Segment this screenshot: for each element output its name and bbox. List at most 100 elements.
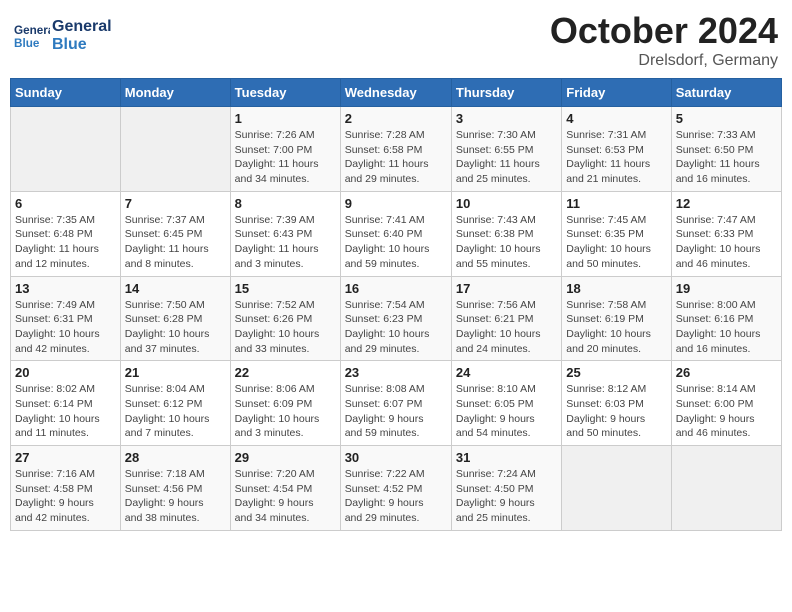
location: Drelsdorf, Germany — [550, 52, 778, 70]
calendar-cell: 2 Sunrise: 7:28 AM Sunset: 6:58 PM Daylig… — [340, 107, 451, 192]
calendar-cell: 18 Sunrise: 7:58 AM Sunset: 6:19 PM Dayli… — [562, 276, 671, 361]
month-title: October 2024 — [550, 10, 778, 52]
day-info: Sunrise: 7:16 AM Sunset: 4:58 PM Dayligh… — [15, 467, 116, 526]
day-info: Sunrise: 7:56 AM Sunset: 6:21 PM Dayligh… — [456, 298, 557, 357]
calendar-cell: 26 Sunrise: 8:14 AM Sunset: 6:00 PM Dayli… — [671, 361, 781, 446]
calendar-cell: 12Sunrise: 7:47 AM Sunset: 6:33 PM Dayli… — [671, 191, 781, 276]
day-number: 2 — [345, 111, 447, 126]
day-number: 22 — [235, 365, 336, 380]
calendar-cell: 10 Sunrise: 7:43 AM Sunset: 6:38 PM Dayli… — [451, 191, 561, 276]
weekday-header: Wednesday — [340, 79, 451, 107]
day-info: Sunrise: 8:14 AM Sunset: 6:00 PM Dayligh… — [676, 382, 777, 441]
day-info: Sunrise: 8:06 AM Sunset: 6:09 PM Dayligh… — [235, 382, 336, 441]
calendar-cell: 28 Sunrise: 7:18 AM Sunset: 4:56 PM Dayli… — [120, 446, 230, 531]
svg-text:General: General — [14, 24, 50, 37]
calendar-cell — [11, 107, 121, 192]
calendar-cell — [120, 107, 230, 192]
calendar-cell: 30 Sunrise: 7:22 AM Sunset: 4:52 PM Dayli… — [340, 446, 451, 531]
calendar-cell: 7 Sunrise: 7:37 AM Sunset: 6:45 PM Daylig… — [120, 191, 230, 276]
calendar-cell: 17 Sunrise: 7:56 AM Sunset: 6:21 PM Dayli… — [451, 276, 561, 361]
logo-icon: General Blue — [14, 18, 50, 54]
day-number: 1 — [235, 111, 336, 126]
day-number: 28 — [125, 450, 226, 465]
calendar-cell: 5 Sunrise: 7:33 AM Sunset: 6:50 PM Daylig… — [671, 107, 781, 192]
day-info: Sunrise: 7:20 AM Sunset: 4:54 PM Dayligh… — [235, 467, 336, 526]
day-number: 17 — [456, 281, 557, 296]
day-info: Sunrise: 7:52 AM Sunset: 6:26 PM Dayligh… — [235, 298, 336, 357]
calendar-cell: 29 Sunrise: 7:20 AM Sunset: 4:54 PM Dayli… — [230, 446, 340, 531]
day-number: 16 — [345, 281, 447, 296]
calendar-cell: 9Sunrise: 7:41 AM Sunset: 6:40 PM Daylig… — [340, 191, 451, 276]
calendar-cell: 11 Sunrise: 7:45 AM Sunset: 6:35 PM Dayli… — [562, 191, 671, 276]
day-info: Sunrise: 7:18 AM Sunset: 4:56 PM Dayligh… — [125, 467, 226, 526]
day-number: 18 — [566, 281, 666, 296]
day-info: Sunrise: 7:30 AM Sunset: 6:55 PM Dayligh… — [456, 128, 557, 187]
day-info: Sunrise: 7:45 AM Sunset: 6:35 PM Dayligh… — [566, 213, 666, 272]
weekday-header: Thursday — [451, 79, 561, 107]
day-number: 10 — [456, 196, 557, 211]
day-info: Sunrise: 7:28 AM Sunset: 6:58 PM Dayligh… — [345, 128, 447, 187]
day-number: 14 — [125, 281, 226, 296]
day-info: Sunrise: 8:00 AM Sunset: 6:16 PM Dayligh… — [676, 298, 777, 357]
day-info: Sunrise: 8:02 AM Sunset: 6:14 PM Dayligh… — [15, 382, 116, 441]
day-number: 13 — [15, 281, 116, 296]
calendar-cell: 1 Sunrise: 7:26 AM Sunset: 7:00 PM Daylig… — [230, 107, 340, 192]
day-number: 4 — [566, 111, 666, 126]
calendar-cell — [671, 446, 781, 531]
day-number: 29 — [235, 450, 336, 465]
day-number: 11 — [566, 196, 666, 211]
day-info: Sunrise: 7:31 AM Sunset: 6:53 PM Dayligh… — [566, 128, 666, 187]
day-number: 8 — [235, 196, 336, 211]
calendar-table: SundayMondayTuesdayWednesdayThursdayFrid… — [10, 78, 782, 531]
day-number: 26 — [676, 365, 777, 380]
calendar-cell: 24 Sunrise: 8:10 AM Sunset: 6:05 PM Dayli… — [451, 361, 561, 446]
day-number: 6 — [15, 196, 116, 211]
day-number: 9 — [345, 196, 447, 211]
calendar-cell: 19Sunrise: 8:00 AM Sunset: 6:16 PM Dayli… — [671, 276, 781, 361]
day-number: 7 — [125, 196, 226, 211]
day-info: Sunrise: 7:35 AM Sunset: 6:48 PM Dayligh… — [15, 213, 116, 272]
calendar-cell: 27 Sunrise: 7:16 AM Sunset: 4:58 PM Dayli… — [11, 446, 121, 531]
day-info: Sunrise: 7:50 AM Sunset: 6:28 PM Dayligh… — [125, 298, 226, 357]
day-info: Sunrise: 8:10 AM Sunset: 6:05 PM Dayligh… — [456, 382, 557, 441]
day-info: Sunrise: 7:26 AM Sunset: 7:00 PM Dayligh… — [235, 128, 336, 187]
day-info: Sunrise: 7:54 AM Sunset: 6:23 PM Dayligh… — [345, 298, 447, 357]
calendar-cell: 16 Sunrise: 7:54 AM Sunset: 6:23 PM Dayli… — [340, 276, 451, 361]
day-number: 5 — [676, 111, 777, 126]
weekday-header: Saturday — [671, 79, 781, 107]
calendar-cell: 4 Sunrise: 7:31 AM Sunset: 6:53 PM Daylig… — [562, 107, 671, 192]
day-info: Sunrise: 8:08 AM Sunset: 6:07 PM Dayligh… — [345, 382, 447, 441]
page-header: General Blue General Blue October 2024 D… — [10, 10, 782, 70]
calendar-cell: 20 Sunrise: 8:02 AM Sunset: 6:14 PM Dayli… — [11, 361, 121, 446]
weekday-header: Friday — [562, 79, 671, 107]
day-number: 23 — [345, 365, 447, 380]
calendar-cell: 21Sunrise: 8:04 AM Sunset: 6:12 PM Dayli… — [120, 361, 230, 446]
calendar-cell: 13 Sunrise: 7:49 AM Sunset: 6:31 PM Dayli… — [11, 276, 121, 361]
calendar-cell: 6 Sunrise: 7:35 AM Sunset: 6:48 PM Daylig… — [11, 191, 121, 276]
calendar-cell: 31Sunrise: 7:24 AM Sunset: 4:50 PM Dayli… — [451, 446, 561, 531]
day-info: Sunrise: 8:12 AM Sunset: 6:03 PM Dayligh… — [566, 382, 666, 441]
svg-text:Blue: Blue — [14, 37, 40, 50]
day-number: 31 — [456, 450, 557, 465]
day-info: Sunrise: 7:47 AM Sunset: 6:33 PM Dayligh… — [676, 213, 777, 272]
day-number: 25 — [566, 365, 666, 380]
day-info: Sunrise: 7:49 AM Sunset: 6:31 PM Dayligh… — [15, 298, 116, 357]
logo-general: General — [52, 18, 112, 36]
calendar-cell: 15Sunrise: 7:52 AM Sunset: 6:26 PM Dayli… — [230, 276, 340, 361]
day-number: 20 — [15, 365, 116, 380]
day-info: Sunrise: 7:58 AM Sunset: 6:19 PM Dayligh… — [566, 298, 666, 357]
calendar-cell: 14 Sunrise: 7:50 AM Sunset: 6:28 PM Dayli… — [120, 276, 230, 361]
day-number: 30 — [345, 450, 447, 465]
day-number: 24 — [456, 365, 557, 380]
day-info: Sunrise: 7:22 AM Sunset: 4:52 PM Dayligh… — [345, 467, 447, 526]
calendar-cell: 23 Sunrise: 8:08 AM Sunset: 6:07 PM Dayli… — [340, 361, 451, 446]
day-info: Sunrise: 7:37 AM Sunset: 6:45 PM Dayligh… — [125, 213, 226, 272]
day-info: Sunrise: 7:33 AM Sunset: 6:50 PM Dayligh… — [676, 128, 777, 187]
day-info: Sunrise: 7:43 AM Sunset: 6:38 PM Dayligh… — [456, 213, 557, 272]
day-number: 21 — [125, 365, 226, 380]
day-number: 27 — [15, 450, 116, 465]
calendar-cell — [562, 446, 671, 531]
calendar-cell: 25 Sunrise: 8:12 AM Sunset: 6:03 PM Dayli… — [562, 361, 671, 446]
logo: General Blue General Blue — [14, 18, 112, 54]
day-info: Sunrise: 7:39 AM Sunset: 6:43 PM Dayligh… — [235, 213, 336, 272]
